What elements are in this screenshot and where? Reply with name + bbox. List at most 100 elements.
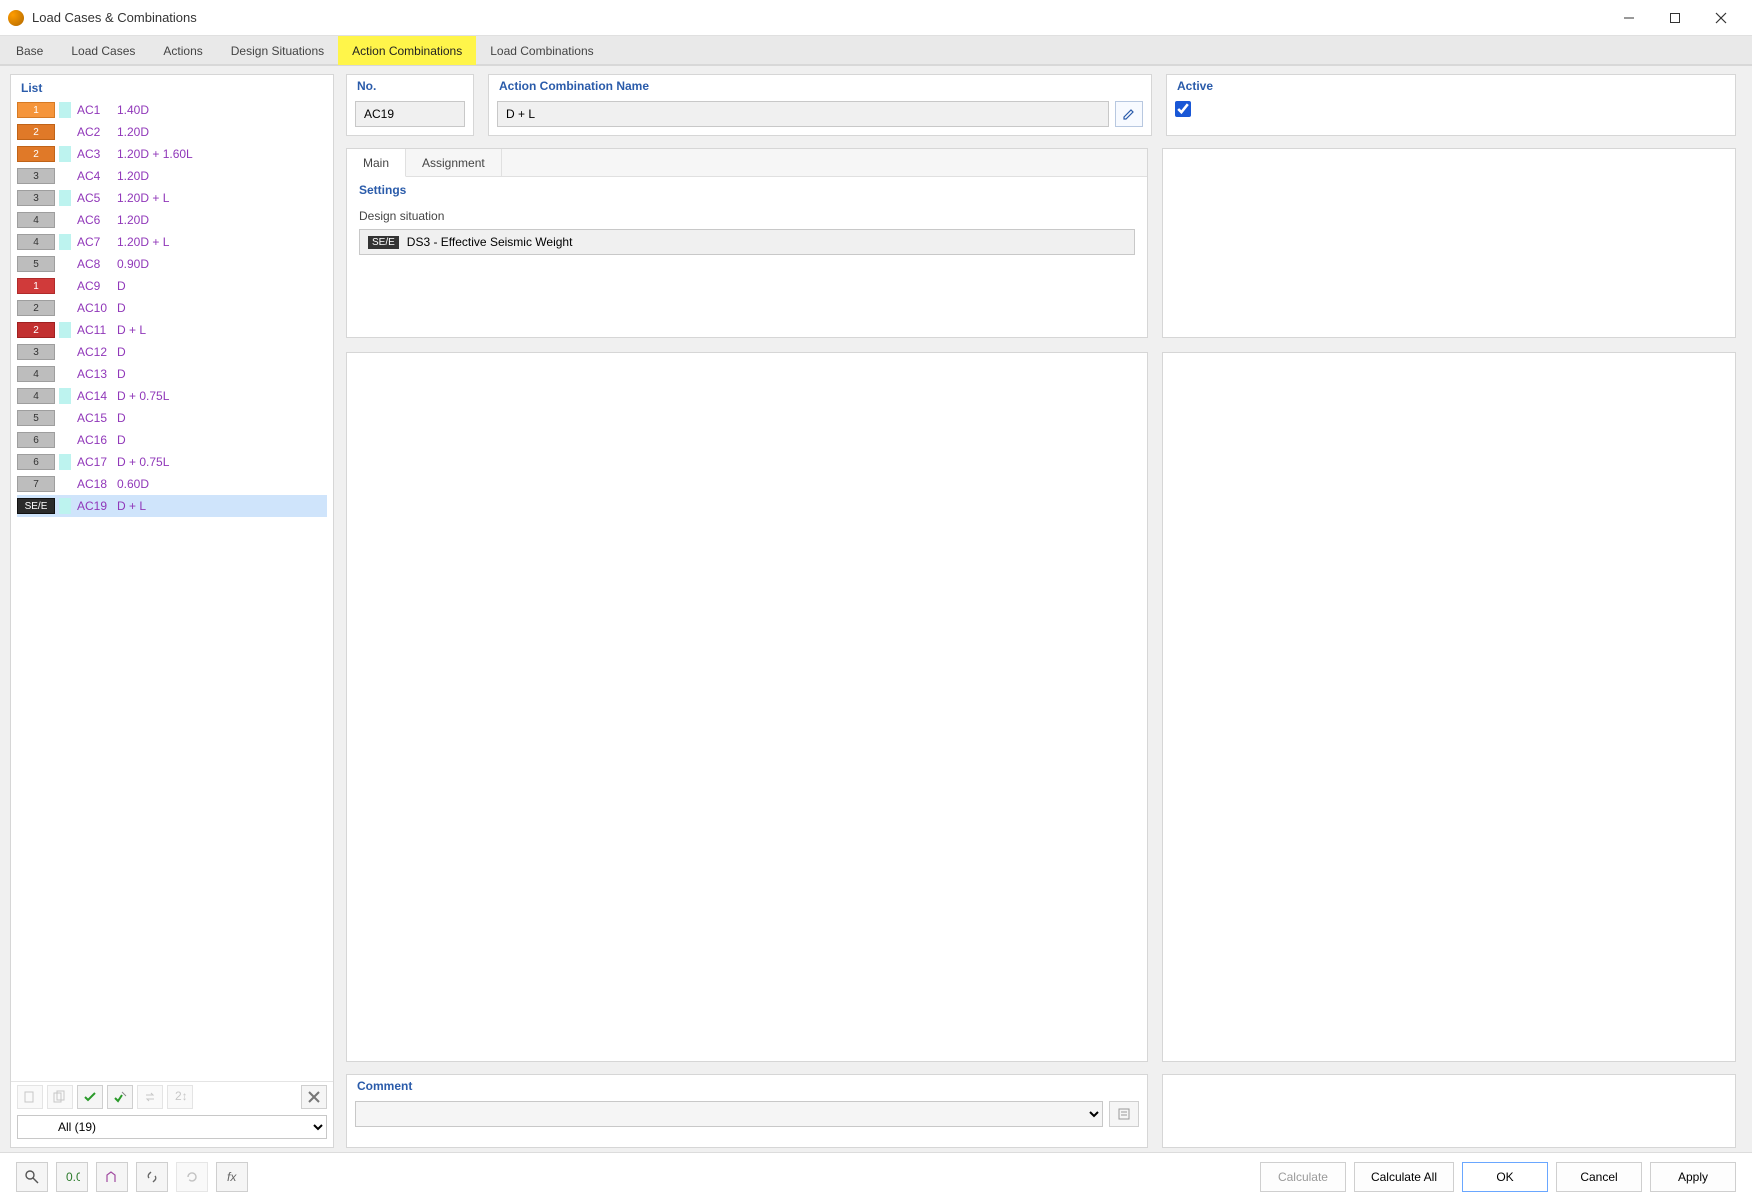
no-input[interactable]	[355, 101, 465, 127]
cancel-button[interactable]: Cancel	[1556, 1162, 1642, 1192]
swap-icon[interactable]	[137, 1085, 163, 1109]
list-row[interactable]: 4AC61.20D	[17, 209, 327, 231]
tabstrip: Base Load Cases Actions Design Situation…	[0, 36, 1752, 66]
copy-icon[interactable]	[47, 1085, 73, 1109]
list-filter-select[interactable]: All (19)	[17, 1115, 327, 1139]
comment-pick-icon[interactable]	[1109, 1101, 1139, 1127]
check-green-icon[interactable]	[77, 1085, 103, 1109]
row-chip	[59, 498, 71, 514]
row-badge: 7	[17, 476, 55, 492]
list-row[interactable]: 5AC15D	[17, 407, 327, 429]
list-row[interactable]: 2AC11D + L	[17, 319, 327, 341]
comment-select[interactable]	[355, 1101, 1103, 1127]
row-badge: 2	[17, 300, 55, 316]
minimize-button[interactable]	[1606, 2, 1652, 34]
list-row[interactable]: 2AC10D	[17, 297, 327, 319]
ds-label: Design situation	[359, 209, 1135, 223]
app-icon	[8, 10, 24, 26]
row-desc: D	[117, 433, 327, 447]
row-chip	[59, 476, 71, 492]
row-chip	[59, 366, 71, 382]
list-row[interactable]: 4AC71.20D + L	[17, 231, 327, 253]
units-icon[interactable]: 0.00	[56, 1162, 88, 1192]
ds-pill: SE/E	[368, 236, 399, 249]
function-icon[interactable]: fx	[216, 1162, 248, 1192]
row-ac: AC5	[77, 191, 117, 205]
list-row[interactable]: 4AC14D + 0.75L	[17, 385, 327, 407]
name-card: Action Combination Name	[488, 74, 1152, 136]
row-ac: AC3	[77, 147, 117, 161]
list-row[interactable]: 3AC12D	[17, 341, 327, 363]
row-badge: 4	[17, 212, 55, 228]
list-row[interactable]: 4AC13D	[17, 363, 327, 385]
row-desc: 1.20D	[117, 169, 327, 183]
row-ac: AC4	[77, 169, 117, 183]
edit-name-icon[interactable]	[1115, 101, 1143, 127]
new-icon[interactable]	[17, 1085, 43, 1109]
check-links-icon[interactable]	[107, 1085, 133, 1109]
tab-load-combinations[interactable]: Load Combinations	[476, 36, 607, 65]
no-label: No.	[347, 75, 473, 97]
calculate-all-button[interactable]: Calculate All	[1354, 1162, 1454, 1192]
window-title: Load Cases & Combinations	[32, 10, 197, 25]
name-input[interactable]	[497, 101, 1109, 127]
link-icon[interactable]	[136, 1162, 168, 1192]
row-ac: AC14	[77, 389, 117, 403]
maximize-button[interactable]	[1652, 2, 1698, 34]
no-card: No.	[346, 74, 474, 136]
tab-load-cases[interactable]: Load Cases	[57, 36, 149, 65]
tab-action-combinations[interactable]: Action Combinations	[338, 36, 476, 65]
calculate-button[interactable]: Calculate	[1260, 1162, 1346, 1192]
list-row[interactable]: 6AC16D	[17, 429, 327, 451]
row-badge: 3	[17, 344, 55, 360]
comment-card: Comment	[346, 1074, 1148, 1148]
refresh-icon[interactable]	[176, 1162, 208, 1192]
sort-icon[interactable]: 2↕	[167, 1085, 193, 1109]
tab-base[interactable]: Base	[2, 36, 57, 65]
row-chip	[59, 278, 71, 294]
row-desc: 1.40D	[117, 103, 327, 117]
row-badge: 2	[17, 146, 55, 162]
list-body[interactable]: 1AC11.40D2AC21.20D2AC31.20D + 1.60L3AC41…	[11, 99, 333, 1081]
row-desc: D	[117, 367, 327, 381]
name-label: Action Combination Name	[489, 75, 1151, 97]
svg-text:0.00: 0.00	[66, 1170, 80, 1184]
list-row[interactable]: 3AC41.20D	[17, 165, 327, 187]
tab-design-situations[interactable]: Design Situations	[217, 36, 338, 65]
close-button[interactable]	[1698, 2, 1744, 34]
ok-button[interactable]: OK	[1462, 1162, 1548, 1192]
row-badge: 4	[17, 366, 55, 382]
active-checkbox[interactable]	[1175, 101, 1191, 117]
bottom-right-blank-panel	[1162, 1074, 1736, 1148]
row-desc: 1.20D + 1.60L	[117, 147, 327, 161]
subtab-assignment[interactable]: Assignment	[406, 149, 502, 176]
row-chip	[59, 146, 71, 162]
list-row[interactable]: 5AC80.90D	[17, 253, 327, 275]
list-row[interactable]: SE/EAC19D + L	[17, 495, 327, 517]
comment-label: Comment	[347, 1075, 1147, 1097]
ds-value-field[interactable]: SE/E DS3 - Effective Seismic Weight	[359, 229, 1135, 255]
zoom-icon[interactable]	[16, 1162, 48, 1192]
row-chip	[59, 168, 71, 184]
list-row[interactable]: 7AC180.60D	[17, 473, 327, 495]
subtab-main[interactable]: Main	[347, 149, 406, 177]
list-row[interactable]: 6AC17D + 0.75L	[17, 451, 327, 473]
list-row[interactable]: 3AC51.20D + L	[17, 187, 327, 209]
active-card: Active	[1166, 74, 1736, 136]
row-desc: 1.20D	[117, 213, 327, 227]
list-header: List	[11, 75, 333, 99]
row-chip	[59, 102, 71, 118]
mid-left-blank-panel	[346, 352, 1148, 1062]
footer: 0.00 fx Calculate Calculate All OK Cance…	[0, 1152, 1752, 1200]
structure-icon[interactable]	[96, 1162, 128, 1192]
list-row[interactable]: 2AC21.20D	[17, 121, 327, 143]
row-desc: D	[117, 279, 327, 293]
list-row[interactable]: 1AC11.40D	[17, 99, 327, 121]
apply-button[interactable]: Apply	[1650, 1162, 1736, 1192]
list-row[interactable]: 1AC9D	[17, 275, 327, 297]
row-desc: D + L	[117, 323, 327, 337]
delete-icon[interactable]	[301, 1085, 327, 1109]
list-row[interactable]: 2 AC31.20D + 1.60L	[17, 143, 327, 165]
row-ac: AC7	[77, 235, 117, 249]
tab-actions[interactable]: Actions	[149, 36, 216, 65]
